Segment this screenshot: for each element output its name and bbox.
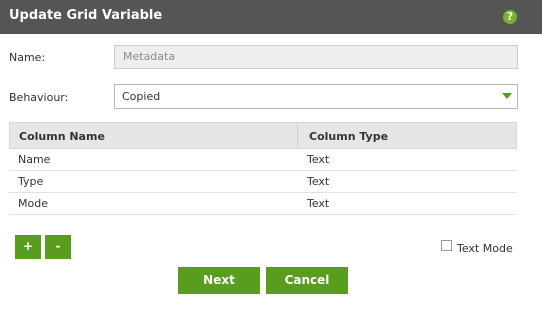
text-mode-label[interactable]: Text Mode <box>457 242 513 255</box>
dialog-title: Update Grid Variable <box>9 8 163 23</box>
next-button[interactable]: Next <box>178 267 260 294</box>
cell-column-type: Text <box>307 153 330 166</box>
cancel-button[interactable]: Cancel <box>266 267 348 294</box>
behaviour-label: Behaviour: <box>9 91 69 104</box>
column-divider[interactable] <box>297 123 298 148</box>
table-row[interactable]: Type Text <box>9 171 517 193</box>
cell-column-name: Mode <box>18 197 48 210</box>
name-field[interactable]: Metadata <box>114 45 518 69</box>
behaviour-selected-value: Copied <box>122 90 161 103</box>
table-row[interactable]: Mode Text <box>9 193 517 215</box>
column-header-type[interactable]: Column Type <box>309 130 388 143</box>
cell-column-type: Text <box>307 197 330 210</box>
dialog-titlebar: Update Grid Variable ? <box>0 0 542 34</box>
table-row[interactable]: Name Text <box>9 149 517 171</box>
text-mode-checkbox[interactable] <box>441 240 452 251</box>
cell-column-name: Type <box>18 175 44 188</box>
column-header-name[interactable]: Column Name <box>19 130 105 143</box>
chevron-down-icon[interactable] <box>502 93 512 99</box>
grid-header: Column Name Column Type <box>9 122 517 149</box>
variable-grid: Column Name Column Type Name Text Type T… <box>9 122 517 215</box>
cell-column-type: Text <box>307 175 330 188</box>
remove-row-button[interactable]: - <box>45 235 71 259</box>
cell-column-name: Name <box>18 153 51 166</box>
name-label: Name: <box>9 51 46 64</box>
behaviour-select[interactable]: Copied <box>114 84 518 109</box>
add-row-button[interactable]: + <box>15 235 41 259</box>
question-icon[interactable]: ? <box>503 10 517 24</box>
